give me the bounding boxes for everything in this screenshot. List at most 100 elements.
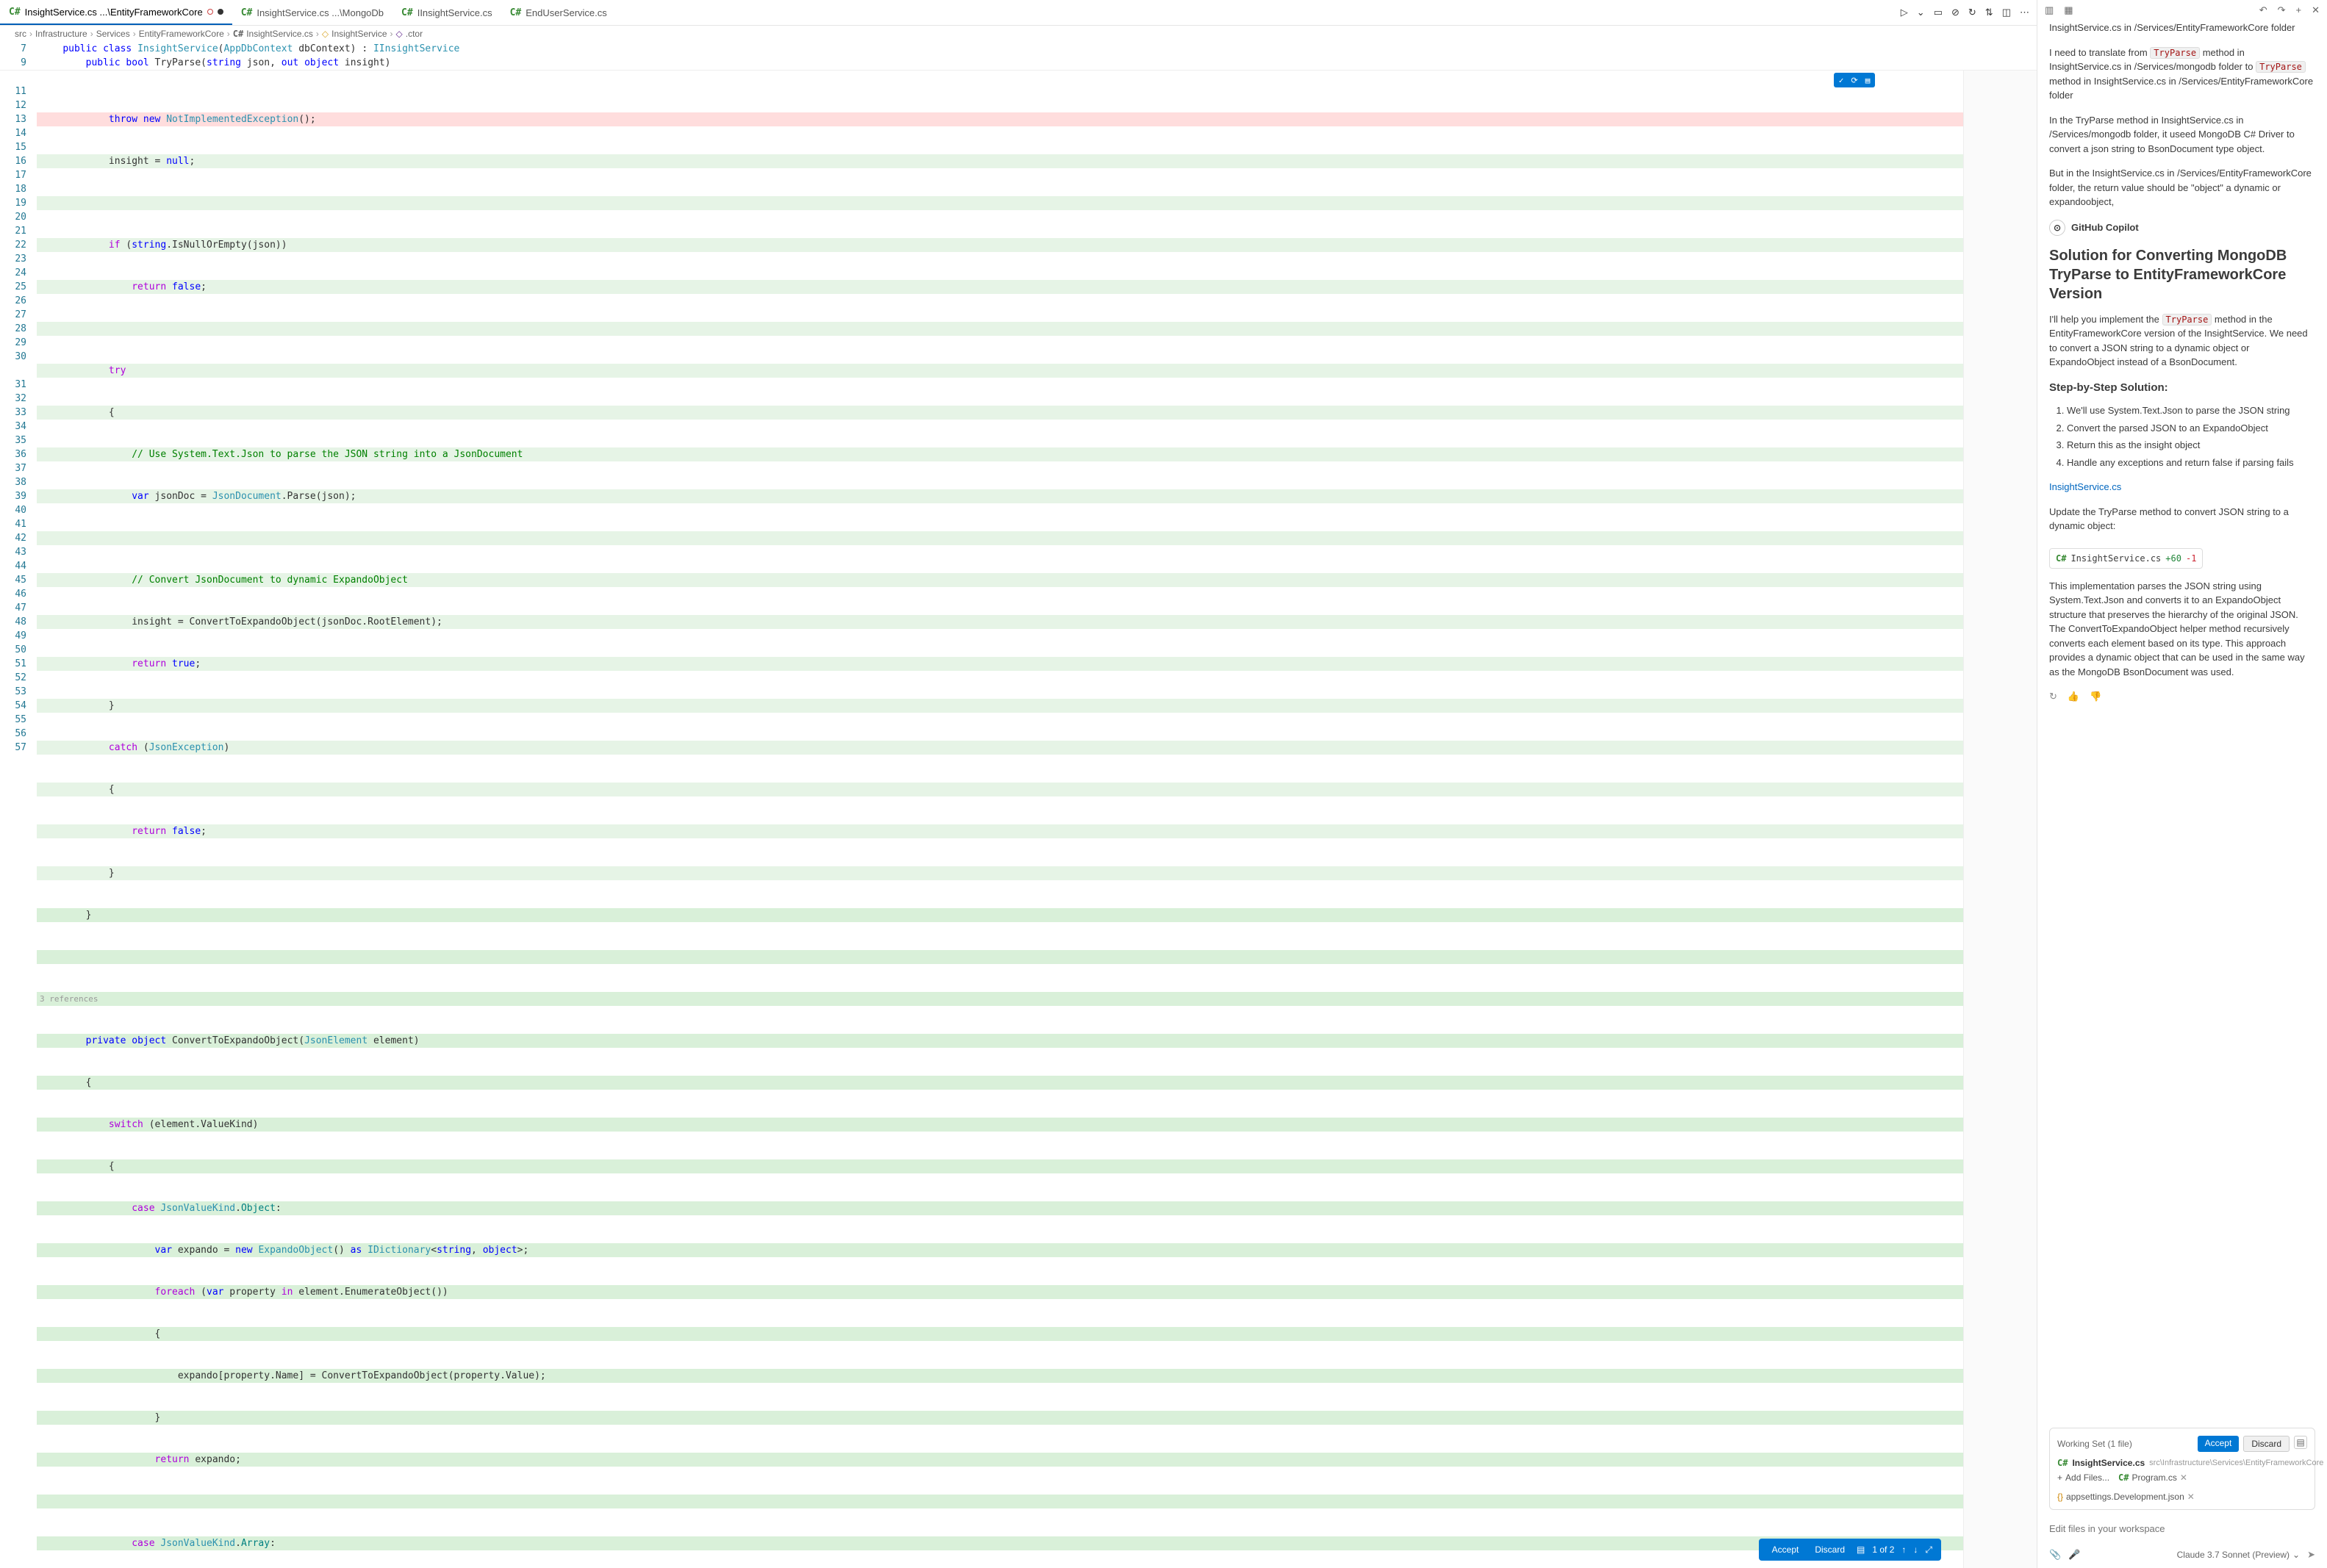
chevron-down-icon: ⌄	[2292, 1550, 2300, 1560]
deletions-count: -1	[2186, 552, 2196, 565]
model-picker[interactable]: Claude 3.7 Sonnet (Preview) ⌄	[2177, 1550, 2300, 1560]
code-content[interactable]: ✓ ⟳ ▤ throw new NotImplementedException(…	[37, 71, 1963, 1568]
inline-suggestion-actions: ✓ ⟳ ▤	[1834, 73, 1875, 87]
chat-content: InsightService.cs in /Services/EntityFra…	[2037, 21, 2327, 1420]
run-icon[interactable]: ▷	[1901, 7, 1908, 18]
discard-button[interactable]: Discard	[1810, 1543, 1849, 1556]
dirty-indicator-icon	[218, 9, 223, 15]
solution-title: Solution for Converting MongoDB TryParse…	[2049, 246, 2315, 303]
undo-icon[interactable]: ↶	[2259, 4, 2267, 16]
tab-bar: C# InsightService.cs ...\EntityFramework…	[0, 0, 2037, 26]
user-message: I need to translate from TryParse method…	[2049, 46, 2315, 103]
split-icon[interactable]: ◫	[2002, 7, 2011, 18]
editor-area: C# InsightService.cs ...\EntityFramework…	[0, 0, 2037, 1568]
ws-context-file[interactable]: {} appsettings.Development.json ✕	[2057, 1492, 2195, 1502]
line-gutter: 11 12 13 14 15 16 17 18 19 20 21 22 23 2…	[0, 71, 37, 1568]
copilot-icon: ⊙	[2049, 220, 2065, 236]
send-icon[interactable]: ➤	[2307, 1549, 2315, 1561]
compare-icon[interactable]: ⇅	[1985, 7, 1993, 18]
more-icon[interactable]: ⋯	[2020, 7, 2029, 18]
add-files-button[interactable]: + Add Files...	[2057, 1472, 2109, 1483]
references-codelens[interactable]: 3 references	[37, 992, 1963, 1006]
chat-input	[2049, 1517, 2315, 1540]
csharp-icon: C#	[2118, 1472, 2129, 1483]
sticky-scroll[interactable]: 7 public class InsightService(AppDbConte…	[0, 42, 2037, 71]
tab-iinsightservice[interactable]: C# IInsightService.cs	[392, 0, 501, 25]
tab-insightservice-ef[interactable]: C# InsightService.cs ...\EntityFramework…	[0, 0, 232, 25]
new-chat-icon[interactable]: ▥	[2045, 4, 2054, 16]
redo-icon[interactable]: ↷	[2278, 4, 2286, 16]
panel-header: ▥ ▦ ↶ ↷ + ✕	[2037, 0, 2327, 21]
mic-icon[interactable]: 🎤	[2068, 1549, 2080, 1561]
class-icon: ◇	[322, 29, 329, 39]
assistant-message: I'll help you implement the TryParse met…	[2049, 312, 2315, 370]
attach-icon[interactable]: 📎	[2049, 1549, 2061, 1561]
editor-actions: ▷ ⌄ ▭ ⊘ ↻ ⇅ ◫ ⋯	[1901, 7, 2037, 18]
accept-discard-bar: Accept Discard ▤ 1 of 2 ↑ ↓ ⤢	[1759, 1539, 1941, 1561]
chat-toolbar: 📎 🎤 Claude 3.7 Sonnet (Preview) ⌄ ➤	[2037, 1546, 2327, 1568]
tab-enduserservice[interactable]: C# EndUserService.cs	[501, 0, 616, 25]
arrow-down-icon[interactable]: ↓	[1913, 1544, 1918, 1555]
user-message: But in the InsightService.cs in /Service…	[2049, 166, 2315, 209]
accept-button[interactable]: Accept	[1768, 1543, 1804, 1556]
tab-label: InsightService.cs ...\EntityFrameworkCor…	[25, 7, 203, 18]
arrow-up-icon[interactable]: ↑	[1901, 1544, 1906, 1555]
comment-icon[interactable]: ▭	[1934, 7, 1943, 18]
csharp-icon: C#	[401, 7, 413, 18]
file-chip[interactable]: C# InsightService.cs +60 -1	[2049, 548, 2203, 569]
plus-icon[interactable]: +	[2296, 4, 2302, 16]
panel-layout-icon[interactable]: ▦	[2064, 4, 2073, 16]
thumbs-up-icon[interactable]: 👍	[2068, 689, 2079, 704]
remove-icon[interactable]: ✕	[2180, 1472, 2187, 1483]
csharp-icon: C#	[233, 29, 243, 39]
code-line[interactable]: public class InsightService(AppDbContext…	[37, 42, 2037, 56]
tab-label: IInsightService.cs	[417, 7, 492, 18]
file-link[interactable]: InsightService.cs	[2049, 481, 2121, 492]
steps-heading: Step-by-Step Solution:	[2049, 380, 2315, 397]
method-icon: ◇	[396, 29, 403, 39]
csharp-icon: C#	[510, 7, 522, 18]
expand-icon[interactable]: ⤢	[1925, 1544, 1932, 1556]
reaction-row: ↻ 👍 👎	[2049, 689, 2315, 704]
code-line[interactable]: public bool TryParse(string json, out ob…	[37, 56, 2037, 70]
accept-icon[interactable]: ✓	[1835, 74, 1847, 86]
context-line: InsightService.cs in /Services/EntityFra…	[2049, 21, 2315, 35]
copilot-panel: ▥ ▦ ↶ ↷ + ✕ InsightService.cs in /Servic…	[2037, 0, 2327, 1568]
tab-insightservice-mongo[interactable]: C# InsightService.cs ...\MongoDb	[232, 0, 392, 25]
dirty-indicator-icon	[207, 9, 213, 15]
json-icon: {}	[2057, 1492, 2063, 1502]
remove-icon[interactable]: ✕	[2187, 1492, 2195, 1502]
ws-context-file[interactable]: C# Program.cs ✕	[2118, 1472, 2187, 1483]
close-icon[interactable]: ✕	[2312, 4, 2320, 16]
assistant-message: Update the TryParse method to convert JS…	[2049, 505, 2315, 533]
csharp-icon: C#	[2057, 1458, 2068, 1468]
steps-list: We'll use System.Text.Json to parse the …	[2049, 403, 2315, 470]
ws-diff-icon[interactable]: ▤	[2294, 1436, 2307, 1449]
working-set: Working Set (1 file) Accept Discard ▤ C#…	[2049, 1428, 2315, 1510]
chat-textbox[interactable]	[2049, 1517, 2315, 1540]
thumbs-down-icon[interactable]: 👎	[2090, 689, 2101, 704]
copilot-badge: ⊙ GitHub Copilot	[2049, 220, 2315, 236]
ws-accept-button[interactable]: Accept	[2198, 1436, 2240, 1452]
plus-icon: +	[2057, 1472, 2062, 1483]
chevron-down-icon[interactable]: ⌄	[1917, 7, 1925, 18]
undo-icon[interactable]: ⟳	[1849, 74, 1860, 86]
minimap[interactable]	[1963, 71, 2037, 1568]
additions-count: +60	[2165, 552, 2181, 565]
working-set-title: Working Set (1 file)	[2057, 1439, 2132, 1449]
editor-body: 11 12 13 14 15 16 17 18 19 20 21 22 23 2…	[0, 71, 2037, 1568]
retry-icon[interactable]: ↻	[2049, 689, 2057, 704]
change-counter: 1 of 2	[1872, 1544, 1894, 1555]
csharp-icon: C#	[241, 7, 253, 18]
check-icon[interactable]: ⊘	[1951, 7, 1960, 18]
history-icon[interactable]: ↻	[1968, 7, 1976, 18]
csharp-icon: C#	[9, 7, 21, 18]
diff-icon[interactable]: ▤	[1857, 1544, 1865, 1555]
tab-label: EndUserService.cs	[526, 7, 607, 18]
tab-label: InsightService.cs ...\MongoDb	[257, 7, 384, 18]
diff-icon[interactable]: ▤	[1862, 74, 1874, 86]
breadcrumb[interactable]: src› Infrastructure› Services› EntityFra…	[0, 26, 2037, 42]
ws-discard-button[interactable]: Discard	[2243, 1436, 2290, 1452]
user-message: In the TryParse method in InsightService…	[2049, 113, 2315, 157]
ws-file[interactable]: C# InsightService.cs src\Infrastructure\…	[2057, 1458, 2307, 1468]
